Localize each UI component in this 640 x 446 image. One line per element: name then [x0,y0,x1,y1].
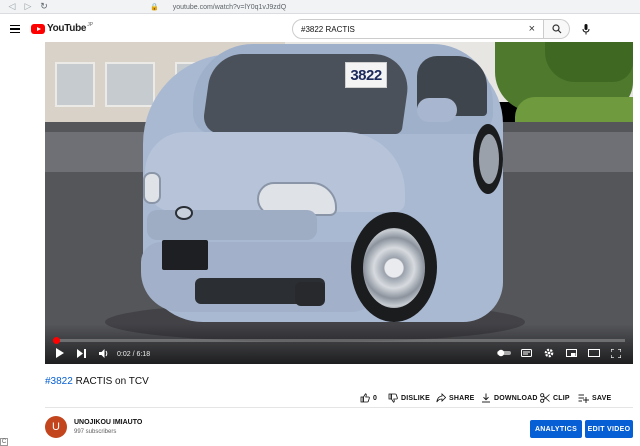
url-text[interactable]: youtube.com/watch?v=lY0q1vJ9zdQ [173,4,286,11]
corner-marker: C [0,438,8,446]
toyota-emblem-icon [175,206,193,220]
license-plate [162,240,208,270]
back-icon[interactable]: ◁ [4,0,20,14]
thumbs-up-icon [360,393,370,403]
forward-icon[interactable]: ▷ [20,0,36,14]
browser-toolbar: ◁ ▷ ↻ 🔒 youtube.com/watch?v=lY0q1vJ9zdQ [0,0,640,14]
clip-button[interactable]: CLIP [540,392,570,404]
like-count: 0 [373,394,378,402]
volume-button[interactable] [99,347,109,359]
fullscreen-icon [611,348,621,358]
youtube-play-logo-icon [31,23,45,34]
download-icon [482,393,490,403]
search-button[interactable] [544,19,570,39]
channel-name[interactable]: UNOJIKOU IMIAUTO [74,419,142,426]
gear-icon [544,348,554,358]
time-display: 0:02 / 6:18 [117,351,151,358]
miniplayer-icon [566,349,577,357]
download-label: DOWNLOAD [494,394,538,402]
share-label: SHARE [449,394,475,402]
share-icon [436,393,446,403]
volume-icon [99,348,108,358]
next-icon [77,348,86,358]
title-hashtag-link[interactable]: #3822 [45,376,73,387]
video-frame: 3822 [45,42,633,364]
progress-bar[interactable] [52,337,625,344]
channel-avatar[interactable]: U [45,416,67,438]
logo-region: JP [87,21,94,28]
reload-icon[interactable]: ↻ [36,0,52,14]
stock-number-card: 3822 [345,62,387,88]
thumbs-down-icon [388,393,398,403]
menu-icon[interactable] [10,25,20,33]
search-box: × [292,19,544,39]
fullscreen-button[interactable] [611,347,621,359]
theater-icon [588,349,600,357]
save-button[interactable]: SAVE [578,392,611,404]
scrubber-handle[interactable] [52,337,60,344]
lock-icon: 🔒 [150,4,159,11]
settings-button[interactable] [544,347,554,359]
subtitles-icon [521,349,532,357]
play-icon [56,348,64,358]
play-button[interactable] [55,347,64,359]
download-button[interactable]: DOWNLOAD [481,392,538,404]
edit-video-button[interactable]: EDIT VIDEO [585,420,633,438]
share-button[interactable]: SHARE [436,392,475,404]
scissors-icon [540,393,550,403]
subscriber-count: 997 subscribers [74,429,117,435]
title-text: RACTIS on TCV [72,376,149,387]
logo-text: YouTube [47,23,87,34]
youtube-logo[interactable]: YouTube JP [31,21,94,34]
miniplayer-button[interactable] [566,347,577,359]
address-bar[interactable]: 🔒 youtube.com/watch?v=lY0q1vJ9zdQ [150,2,286,12]
voice-search-button[interactable] [577,20,595,38]
video-player[interactable]: 3822 0:02 / 6:18 [45,42,633,364]
dislike-label: DISLIKE [401,394,431,402]
clip-label: CLIP [553,394,570,402]
search-input[interactable] [301,24,521,34]
dislike-button[interactable]: DISLIKE [388,392,430,404]
like-button[interactable]: 0 [360,392,377,404]
subtitles-button[interactable] [521,347,532,359]
theater-mode-button[interactable] [588,347,600,359]
microphone-icon [582,23,590,34]
autoplay-icon [497,349,511,357]
add-to-playlist-icon [578,394,589,403]
next-button[interactable] [77,347,86,359]
analytics-button[interactable]: ANALYTICS [530,420,582,438]
search-icon [551,24,561,34]
video-title: #3822 RACTIS on TCV [45,376,149,387]
divider [45,407,633,408]
clear-search-icon[interactable]: × [529,23,535,35]
autoplay-toggle[interactable] [497,347,511,359]
save-label: SAVE [592,394,612,402]
